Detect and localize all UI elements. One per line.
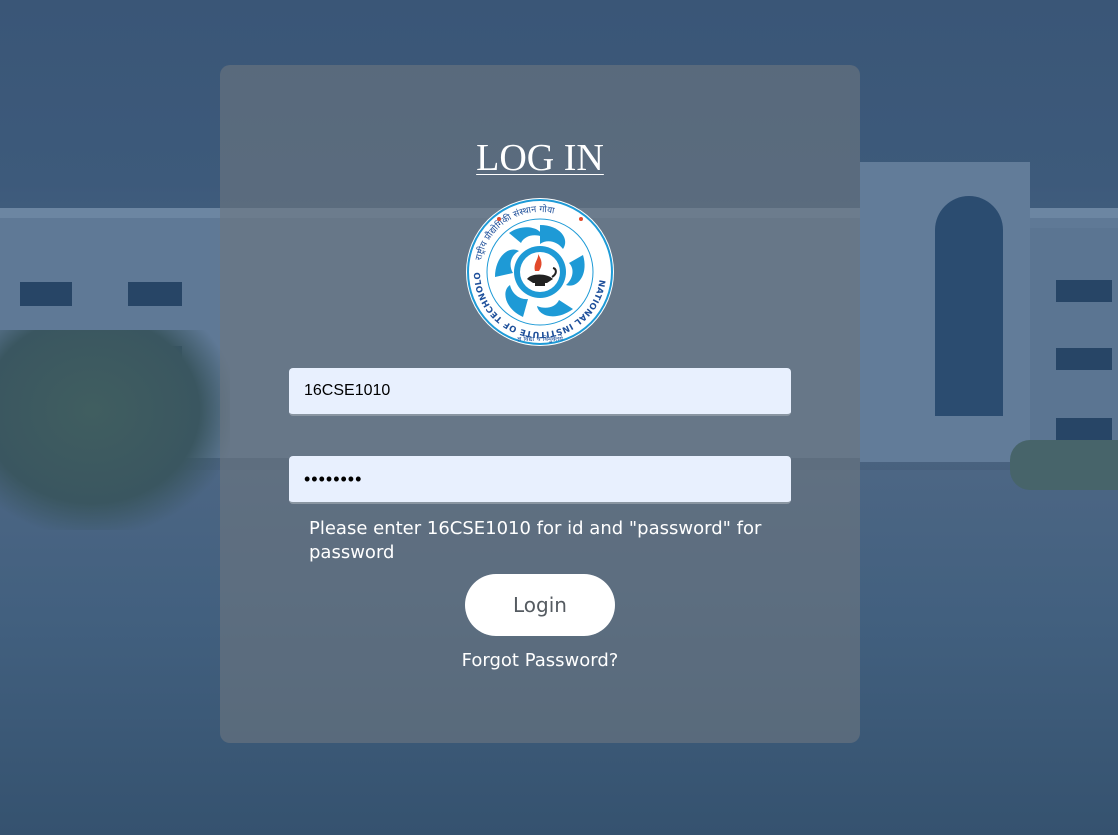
institute-emblem-icon: NATIONAL INSTITUTE OF TECHNOLOGY GOA राष… xyxy=(465,197,614,346)
trees xyxy=(0,330,230,530)
forgot-password-link[interactable]: Forgot Password? xyxy=(390,650,690,671)
building-window xyxy=(1056,280,1112,302)
arched-window xyxy=(935,196,1003,416)
page-title: LOG IN xyxy=(476,137,604,179)
building-window xyxy=(20,282,72,306)
username-input[interactable] xyxy=(289,368,791,416)
building-window xyxy=(128,282,182,306)
login-button[interactable]: Login xyxy=(465,574,615,636)
building-window xyxy=(1056,348,1112,370)
building-window xyxy=(1056,418,1112,440)
password-input[interactable] xyxy=(289,456,791,504)
hedge xyxy=(1010,440,1118,490)
login-hint-text: Please enter 16CSE1010 for id and "passw… xyxy=(309,518,762,563)
emblem-motto: ज्ञ विद्या च विमुक्तये xyxy=(517,335,563,343)
